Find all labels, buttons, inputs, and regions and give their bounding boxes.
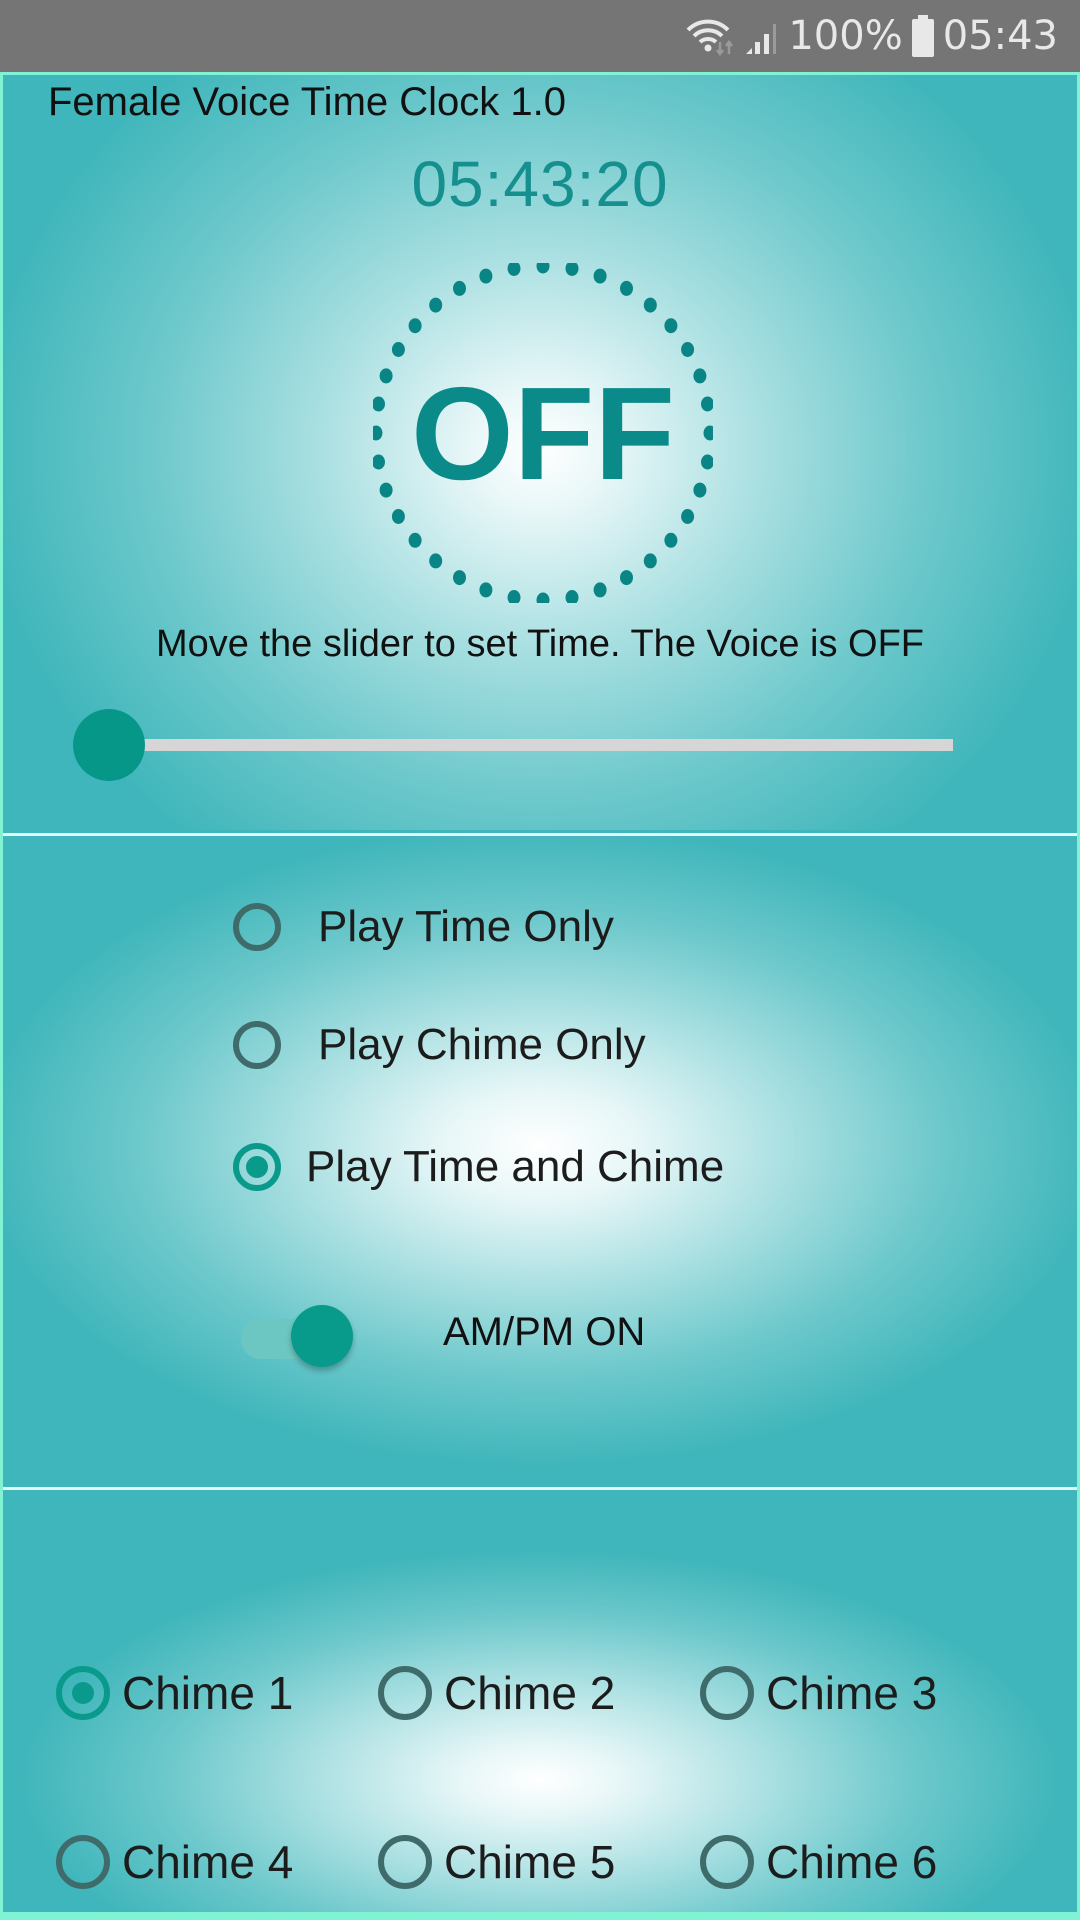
radio-icon xyxy=(233,1143,281,1191)
radio-play-time-and-chime[interactable]: Play Time and Chime xyxy=(233,1142,724,1192)
radio-label: Chime 1 xyxy=(122,1667,294,1719)
radio-label: Play Time Only xyxy=(318,902,614,951)
digital-clock: 05:43:20 xyxy=(411,148,669,220)
wifi-icon xyxy=(684,16,736,56)
status-bar: 100% 05:43 xyxy=(0,0,1080,72)
radio-icon xyxy=(700,1666,754,1720)
status-time: 05:43 xyxy=(942,13,1058,59)
radio-icon xyxy=(700,1835,754,1889)
radio-icon xyxy=(233,1021,281,1069)
radio-chime-3[interactable]: Chime 3 xyxy=(700,1666,937,1720)
radio-icon xyxy=(233,903,281,951)
radio-chime-4[interactable]: Chime 4 xyxy=(56,1835,293,1889)
voice-state-label: OFF xyxy=(411,359,675,507)
radio-play-time-only[interactable]: Play Time Only xyxy=(233,902,614,952)
radio-chime-1[interactable]: Chime 1 xyxy=(56,1666,293,1720)
ampm-label: AM/PM ON xyxy=(443,1310,646,1354)
battery-percent: 100% xyxy=(788,13,903,59)
slider-track[interactable] xyxy=(133,739,953,751)
clock-panel: Female Voice Time Clock 1.0 05:43:20 OFF… xyxy=(3,75,1077,830)
radio-label: Chime 5 xyxy=(444,1836,616,1888)
radio-chime-2[interactable]: Chime 2 xyxy=(378,1666,615,1720)
ampm-toggle[interactable] xyxy=(241,1303,361,1373)
radio-label: Chime 6 xyxy=(766,1836,938,1888)
app-title: Female Voice Time Clock 1.0 xyxy=(48,80,566,124)
radio-label: Play Chime Only xyxy=(318,1020,646,1069)
radio-icon xyxy=(56,1835,110,1889)
app-container: Female Voice Time Clock 1.0 05:43:20 OFF… xyxy=(0,72,1080,1920)
radio-label: Chime 3 xyxy=(766,1667,938,1719)
toggle-thumb xyxy=(291,1305,353,1367)
radio-label: Chime 4 xyxy=(122,1836,294,1888)
play-mode-panel: Play Time Only Play Chime Only Play Time… xyxy=(3,833,1077,1485)
radio-icon xyxy=(378,1835,432,1889)
slider-hint: Move the slider to set Time. The Voice i… xyxy=(155,623,925,665)
radio-icon xyxy=(378,1666,432,1720)
radio-chime-6[interactable]: Chime 6 xyxy=(700,1835,937,1889)
radio-label: Chime 2 xyxy=(444,1667,616,1719)
voice-status-dial[interactable]: OFF xyxy=(369,258,717,608)
battery-icon xyxy=(911,15,935,57)
slider-thumb[interactable] xyxy=(73,709,145,781)
radio-chime-5[interactable]: Chime 5 xyxy=(378,1835,615,1889)
status-icons: 100% 05:43 xyxy=(684,0,1058,72)
chime-panel: Chime 1 Chime 2 Chime 3 Chime 4 Chime 5 … xyxy=(3,1487,1077,1912)
time-slider[interactable] xyxy=(73,705,953,785)
radio-label: Play Time and Chime xyxy=(306,1142,725,1191)
radio-icon xyxy=(56,1666,110,1720)
signal-icon xyxy=(744,16,780,56)
radio-play-chime-only[interactable]: Play Chime Only xyxy=(233,1020,646,1070)
